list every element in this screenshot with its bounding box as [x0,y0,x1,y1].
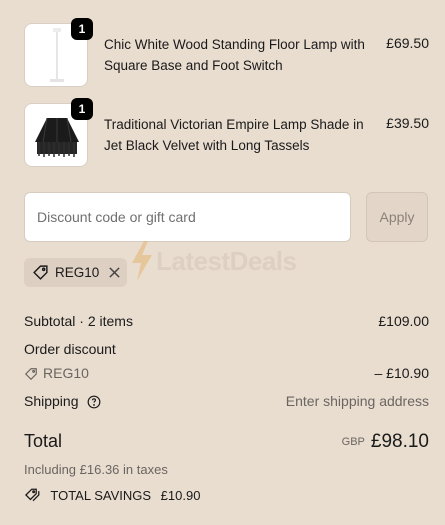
shipping-value: Enter shipping address [285,393,429,409]
item-title: Traditional Victorian Empire Lamp Shade … [104,117,364,153]
total-label: Total [24,431,63,451]
item-price: £39.50 [386,115,429,131]
help-circle-icon[interactable] [87,395,101,409]
savings-value: £10.90 [160,488,201,503]
discount-value: – £10.90 [374,365,430,381]
taxes-note: Including £16.36 in taxes [24,462,168,477]
order-discount-row: Order discount [24,341,429,357]
tag-icon [32,264,49,281]
applied-discount-chip: REG10 [24,258,127,287]
latestdeals-watermark: LatestDeals [128,236,328,286]
lightning-icon [132,241,152,281]
shipping-label: Shipping [24,393,79,409]
discount-code-input[interactable] [24,192,351,242]
apply-button[interactable]: Apply [366,192,428,242]
savings-row: TOTAL SAVINGS £10.90 [24,487,429,503]
close-icon [109,267,120,278]
floor-lamp-thumbnail: 1 [24,18,93,87]
applied-discount-code: REG10 [55,265,100,280]
quantity-badge: 1 [71,18,93,40]
total-row: Total GBP £98.10 [24,431,429,452]
subtotal-label: Subtotal · 2 items [24,313,133,329]
savings-label: TOTAL SAVINGS [50,488,152,503]
item-price: £69.50 [386,35,429,51]
remove-discount-button[interactable] [108,266,121,279]
line-item: 1 Chic White Wood Standing Floor Lamp wi… [24,18,429,89]
currency-code: GBP [341,436,365,448]
line-item: 1 Traditional Victorian Empire Lamp Shad… [24,98,429,169]
shipping-row: Shipping Enter shipping address [24,393,429,409]
subtotal-row: Subtotal · 2 items £109.00 [24,313,429,329]
tag-icon [24,367,38,381]
taxes-row: Including £16.36 in taxes [24,462,429,477]
lamp-shade-thumbnail: 1 [24,98,93,167]
quantity-badge: 1 [71,98,93,120]
subtotal-value: £109.00 [378,313,429,329]
watermark-text: LatestDeals [156,245,297,276]
discount-code-row: REG10 – £10.90 [24,365,429,381]
total-value: £98.10 [370,431,429,452]
discount-code-label: REG10 [43,365,89,381]
order-discount-label: Order discount [24,341,116,357]
tags-icon [24,487,42,503]
item-title: Chic White Wood Standing Floor Lamp with… [104,37,365,73]
